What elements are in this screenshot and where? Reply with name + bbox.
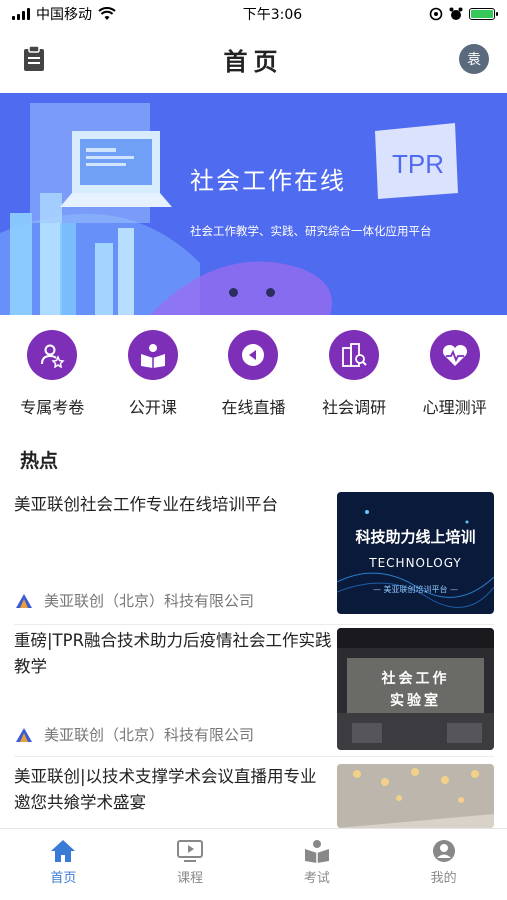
news-title: 美亚联创|以技术支撑学术会议直播用专业邀您共飨学术盛宴 [14,767,317,812]
news-thumbnail [337,764,494,828]
divider [14,756,494,757]
quick-link-survey[interactable]: 社会调研 [304,330,404,425]
quick-link-live[interactable]: 在线直播 [203,330,303,425]
news-title: 美亚联创社会工作专业在线培训平台 [14,495,278,514]
person-star-icon [27,330,78,380]
wifi-icon [98,7,116,20]
reading-icon [127,330,178,380]
thumb-headline: 科技助力线上培训 [355,528,476,546]
divider [14,624,494,625]
quick-link-open-course[interactable]: 公开课 [103,330,203,425]
quick-link-label: 在线直播 [221,398,286,417]
banner-carousel[interactable]: TPR 社会工作在线 社会工作教学、实践、研究综合一体化应用平台 [0,93,507,315]
page-title: 首页 [223,47,284,76]
clock: 下午3:06 [242,7,303,23]
tab-home[interactable]: 首页 [18,839,108,886]
thumb-subhead: 实验室 [390,693,441,709]
news-thumbnail: 科技助力线上培训 TECHNOLOGY — 美亚联创培训平台 — [337,492,494,614]
user-icon [432,840,455,862]
top-nav: 首页 袁 [0,28,507,90]
avatar[interactable]: 袁 [459,44,489,74]
location-lock-icon [429,7,443,21]
battery-icon [468,8,498,20]
news-source: 美亚联创（北京）科技有限公司 [14,590,254,611]
buildings-search-icon [329,330,380,380]
quick-link-label: 社会调研 [322,398,387,417]
video-icon [177,840,204,862]
quick-link-label: 公开课 [128,398,177,417]
carrier-label: 中国移动 [36,7,92,23]
news-item[interactable]: 美亚联创社会工作专业在线培训平台 美亚联创（北京）科技有限公司 科技助力线上培训… [0,492,507,625]
tpr-logo-text: TPR [392,149,444,179]
tab-course[interactable]: 课程 [145,839,235,886]
quick-links: 专属考卷 公开课 在线直播 社会调研 心理测评 [0,330,507,425]
alarm-icon [449,7,463,20]
status-bar: 中国移动 下午3:06 [0,0,507,28]
banner-illustration: TPR [0,103,458,315]
news-item[interactable]: 重磅|TPR融合技术助力后疫情社会工作实践教学 美亚联创（北京）科技有限公司 社… [0,628,507,757]
home-icon [51,840,76,862]
quick-link-exam[interactable]: 专属考卷 [2,330,102,425]
carousel-dots [229,288,275,297]
news-source: 美亚联创（北京）科技有限公司 [14,724,254,745]
heart-pulse-icon [429,330,480,380]
quick-link-label: 心理测评 [422,398,487,417]
company-logo-icon [16,593,32,608]
company-logo-icon [16,727,32,742]
tab-bar: 首页 课程 考试 我的 [0,828,507,900]
book-icon [304,840,329,863]
thumb-subhead: TECHNOLOGY [369,556,462,570]
thumb-caption: — 美亚联创培训平台 — [372,585,459,594]
news-title: 重磅|TPR融合技术助力后疫情社会工作实践教学 [14,631,332,676]
tab-exam[interactable]: 考试 [272,839,362,886]
thumb-headline: 社会工作 [381,671,450,687]
hot-section-title: 热点 [20,450,59,472]
banner-title: 社会工作在线 [190,167,346,195]
banner-subtitle: 社会工作教学、实践、研究综合一体化应用平台 [190,224,432,238]
quick-link-label: 专属考卷 [20,398,85,417]
quick-link-psych[interactable]: 心理测评 [405,330,505,425]
signal-icon [12,8,30,20]
clipboard-icon[interactable] [22,46,46,72]
news-item[interactable]: 美亚联创|以技术支撑学术会议直播用专业邀您共飨学术盛宴 [0,764,507,828]
news-thumbnail: 社会工作 实验室 [337,628,494,750]
tab-mine[interactable]: 我的 [399,839,489,886]
play-icon [228,330,279,380]
